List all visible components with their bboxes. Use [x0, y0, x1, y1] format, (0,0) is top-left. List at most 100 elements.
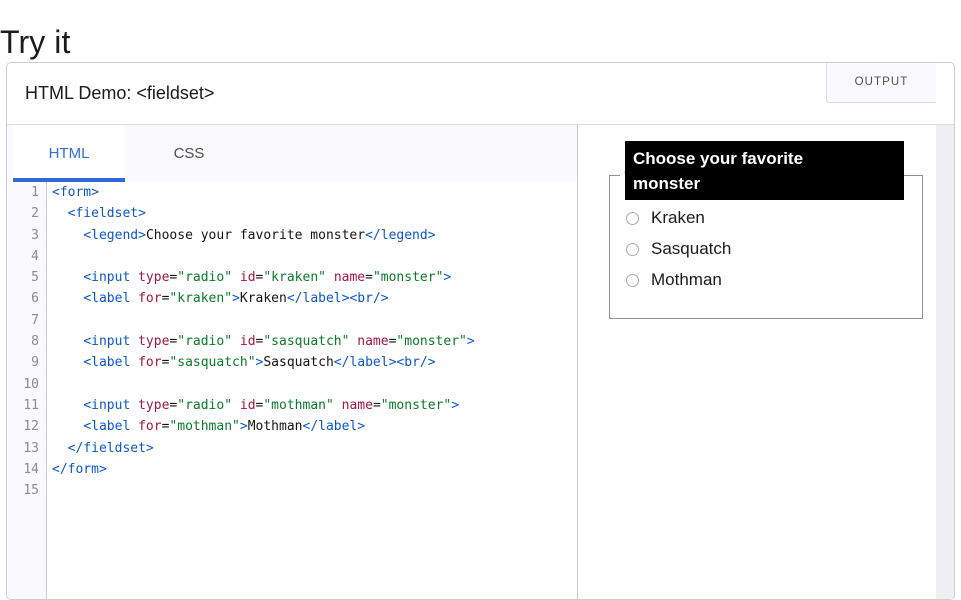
output-scrollbar[interactable]: [936, 125, 954, 599]
line-number: 13: [23, 440, 39, 456]
code-line[interactable]: [52, 480, 577, 501]
code-token-val: "radio": [177, 270, 233, 286]
code-line[interactable]: <legend>Choose your favorite monster</le…: [52, 225, 577, 246]
output-pane: OUTPUT Choose your favorite monster Krak…: [578, 63, 954, 599]
code-token-tag: </label>: [286, 291, 350, 307]
page-title: Try it: [0, 24, 71, 61]
radio-label-kraken[interactable]: Kraken: [651, 208, 705, 228]
code-token-attr: name: [333, 270, 366, 286]
code-token-tag: <form>: [52, 185, 99, 200]
code-line[interactable]: [52, 246, 577, 267]
code-token-attr: type: [138, 270, 170, 286]
line-number: 10: [23, 376, 39, 392]
code-token-val: "mothman": [169, 419, 240, 435]
code-token-val: "kraken": [169, 291, 233, 307]
code-line[interactable]: <label for="mothman">Mothman</label>: [52, 416, 577, 437]
code-token-tag: </form>: [52, 461, 107, 477]
code-token-tag: <label: [83, 291, 131, 307]
code-line[interactable]: [52, 310, 577, 331]
tooltip-text: Choose your favorite monster: [633, 149, 804, 193]
editor-tabbar: HTML CSS: [7, 125, 577, 183]
line-number: 6: [31, 291, 39, 307]
code-token-val: "sasquatch": [169, 355, 256, 371]
code-token-attr: for: [138, 419, 162, 435]
code-token-txt: Kraken: [239, 291, 287, 307]
radio-row-kraken[interactable]: Kraken: [626, 208, 705, 228]
radio-button-mothman[interactable]: [626, 273, 639, 287]
code-token-val: "radio": [177, 397, 233, 413]
tab-css[interactable]: CSS: [133, 125, 245, 182]
code-token-val: "mothman": [263, 397, 334, 413]
line-number: 2: [31, 206, 39, 222]
code-line[interactable]: <fieldset>: [52, 203, 577, 224]
code-token-tag: <label: [83, 355, 131, 371]
code-token-tag: >: [451, 397, 460, 413]
code-line[interactable]: <input type="radio" id="sasquatch" name=…: [52, 331, 577, 352]
line-number: 8: [31, 334, 39, 350]
radio-button-kraken[interactable]: [626, 211, 639, 225]
code-line[interactable]: <label for="kraken">Kraken</label><br/>: [52, 288, 577, 309]
code-token-val: "radio": [177, 334, 233, 350]
code-line[interactable]: <input type="radio" id="mothman" name="m…: [52, 395, 577, 416]
code-content[interactable]: <form> <fieldset> <legend>Choose your fa…: [48, 182, 577, 599]
code-line[interactable]: <input type="radio" id="kraken" name="mo…: [52, 267, 577, 288]
code-token-tag: <br/>: [349, 291, 389, 307]
code-line[interactable]: [52, 374, 577, 395]
code-line[interactable]: <label for="sasquatch">Sasquatch</label>…: [52, 352, 577, 373]
radio-row-mothman[interactable]: Mothman: [626, 270, 722, 290]
code-token-attr: id: [239, 334, 256, 350]
code-token-attr: for: [138, 355, 162, 371]
line-number: 9: [31, 355, 39, 371]
tab-html[interactable]: HTML: [13, 125, 125, 182]
code-line[interactable]: <form>: [52, 182, 577, 203]
radio-button-sasquatch[interactable]: [626, 242, 639, 256]
tab-output[interactable]: OUTPUT: [826, 63, 936, 103]
code-token-attr: type: [138, 397, 170, 413]
code-token-attr: name: [341, 397, 373, 413]
line-number: 1: [31, 185, 39, 200]
code-token-val: "monster": [396, 334, 467, 350]
output-render-area: Choose your favorite monster Kraken Sasq…: [578, 125, 936, 599]
line-number: 11: [23, 397, 39, 413]
radio-label-sasquatch[interactable]: Sasquatch: [651, 239, 731, 259]
line-number: 14: [23, 461, 39, 477]
code-token-attr: for: [138, 291, 162, 307]
line-number: 4: [31, 248, 39, 264]
line-number: 7: [31, 312, 39, 328]
line-number-gutter: 1 2 3 4 5 6 7 8 9 10 11 12 13 14 15: [7, 182, 47, 599]
code-token-txt: =: [365, 270, 373, 286]
code-token-tag: <fieldset>: [67, 206, 146, 222]
editor-pane: HTML CSS 1 2 3 4 5 6 7 8 9 10 11 12 13 14 15 <form> <f…: [7, 125, 578, 599]
code-token-tag: <label: [83, 419, 131, 435]
tooltip-overlay: Choose your favorite monster: [625, 141, 904, 200]
code-token-val: "monster": [372, 270, 444, 286]
radio-label-mothman[interactable]: Mothman: [651, 270, 722, 290]
code-token-txt: Choose your favorite monster: [145, 227, 366, 243]
code-line[interactable]: </form>: [52, 459, 577, 480]
code-editor[interactable]: 1 2 3 4 5 6 7 8 9 10 11 12 13 14 15 <form> <fieldset> …: [7, 182, 577, 599]
code-token-tag: >: [232, 291, 240, 307]
code-line[interactable]: </fieldset>: [52, 438, 577, 459]
radio-row-sasquatch[interactable]: Sasquatch: [626, 239, 731, 259]
line-number: 5: [31, 270, 39, 286]
code-token-txt: Mothman: [247, 419, 303, 435]
line-number: 3: [31, 227, 39, 243]
demo-body: HTML CSS 1 2 3 4 5 6 7 8 9 10 11 12 13 14 15 <form> <f…: [7, 63, 954, 599]
code-token-tag: >: [239, 419, 248, 435]
code-token-tag: </label>: [333, 355, 397, 371]
